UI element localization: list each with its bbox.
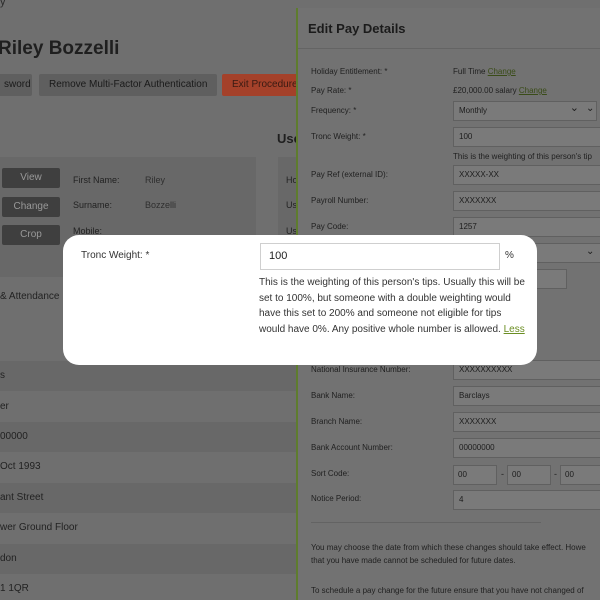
- tronc-weight-input[interactable]: 100: [453, 127, 600, 147]
- payroll-number-label: Payroll Number:: [311, 196, 369, 205]
- sort-code-input-1[interactable]: 00: [453, 465, 497, 485]
- list-item: s: [0, 361, 298, 391]
- first-name-value: Riley: [145, 175, 166, 185]
- tronc-weight-hint: This is the weighting of this person's t…: [453, 152, 592, 161]
- bank-account-label: Bank Account Number:: [311, 443, 393, 452]
- surname-label: Surname:: [73, 200, 113, 210]
- sort-code-label: Sort Code:: [311, 469, 350, 478]
- surname-value: Bozzelli: [145, 200, 177, 210]
- notice-period-input[interactable]: 4: [453, 490, 600, 510]
- notice-period-label: Notice Period:: [311, 494, 362, 503]
- sort-code-input-2[interactable]: 00: [507, 465, 551, 485]
- exit-procedure-button[interactable]: Exit Procedure: [222, 74, 308, 96]
- pay-code-input[interactable]: 1257: [453, 217, 600, 237]
- chevron-down-icon: ⌄: [586, 103, 595, 114]
- holiday-entitlement-text: Full Time: [453, 67, 486, 76]
- branch-name-input[interactable]: XXXXXXX: [453, 412, 600, 432]
- change-pay-rate-link[interactable]: Change: [519, 86, 547, 95]
- tab-attendance[interactable]: & Attendance: [0, 291, 60, 302]
- view-photo-button[interactable]: View: [2, 168, 60, 188]
- pay-rate-value: £20,000.00 salary Change: [453, 86, 547, 95]
- crop-photo-button[interactable]: Crop: [2, 225, 60, 245]
- pay-ref-input[interactable]: XXXXX-XX: [453, 165, 600, 185]
- percent-unit: %: [505, 250, 514, 261]
- ni-number-label: National Insurance Number:: [311, 365, 411, 374]
- remove-mfa-button[interactable]: Remove Multi-Factor Authentication: [39, 74, 218, 96]
- branch-name-label: Branch Name:: [311, 417, 363, 426]
- top-text: y: [0, 0, 6, 8]
- holiday-entitlement-value: Full Time Change: [453, 67, 516, 76]
- change-photo-button[interactable]: Change: [2, 197, 60, 217]
- tronc-weight-label: Tronc Weight: *: [81, 250, 150, 261]
- tronc-weight-input[interactable]: 100: [260, 243, 500, 270]
- first-name-label: First Name:: [73, 175, 120, 185]
- tronc-weight-highlight: Tronc Weight: * 100 % This is the weight…: [63, 235, 537, 365]
- sort-code-separator: -: [554, 469, 557, 479]
- list-item: don: [0, 544, 298, 574]
- bank-name-label: Bank Name:: [311, 391, 356, 400]
- list-item: er: [0, 401, 9, 412]
- section-divider: [311, 522, 541, 523]
- reset-password-button[interactable]: sword: [0, 74, 32, 96]
- tronc-weight-description: This is the weighting of this person's t…: [259, 275, 529, 337]
- tronc-weight-label: Tronc Weight: *: [311, 132, 366, 141]
- pay-ref-label: Pay Ref (external ID):: [311, 170, 388, 179]
- list-item: 1 1QR: [0, 583, 29, 594]
- frequency-label: Frequency: *: [311, 106, 357, 115]
- list-item: wer Ground Floor: [0, 522, 78, 533]
- bank-account-input[interactable]: 00000000: [453, 438, 600, 458]
- list-item: 00000: [0, 422, 298, 452]
- list-item: Oct 1993: [0, 461, 41, 472]
- sort-code-separator: -: [501, 469, 504, 479]
- bank-name-input[interactable]: Barclays: [453, 386, 600, 406]
- less-link[interactable]: Less: [504, 324, 525, 335]
- list-item: ant Street: [0, 483, 298, 513]
- payroll-number-input[interactable]: XXXXXXX: [453, 191, 600, 211]
- sort-code-input-3[interactable]: 00: [560, 465, 600, 485]
- schedule-note-line-3: To schedule a pay change for the future …: [311, 586, 584, 595]
- title-divider: [298, 48, 600, 49]
- frequency-select[interactable]: Monthly: [453, 99, 597, 121]
- change-holiday-link[interactable]: Change: [488, 67, 516, 76]
- description-text: This is the weighting of this person's t…: [259, 277, 525, 335]
- chevron-down-icon: ⌄: [586, 246, 595, 257]
- pay-rate-text: £20,000.00 salary: [453, 86, 517, 95]
- holiday-entitlement-label: Holiday Entitlement: *: [311, 67, 388, 76]
- user-name-heading: Riley Bozzelli: [0, 38, 120, 59]
- pay-code-label: Pay Code:: [311, 222, 349, 231]
- panel-title: Edit Pay Details: [308, 21, 406, 36]
- schedule-note-line-1: You may choose the date from which these…: [311, 543, 586, 552]
- pay-rate-label: Pay Rate: *: [311, 86, 352, 95]
- schedule-note-line-2: that you have made cannot be scheduled f…: [311, 556, 516, 565]
